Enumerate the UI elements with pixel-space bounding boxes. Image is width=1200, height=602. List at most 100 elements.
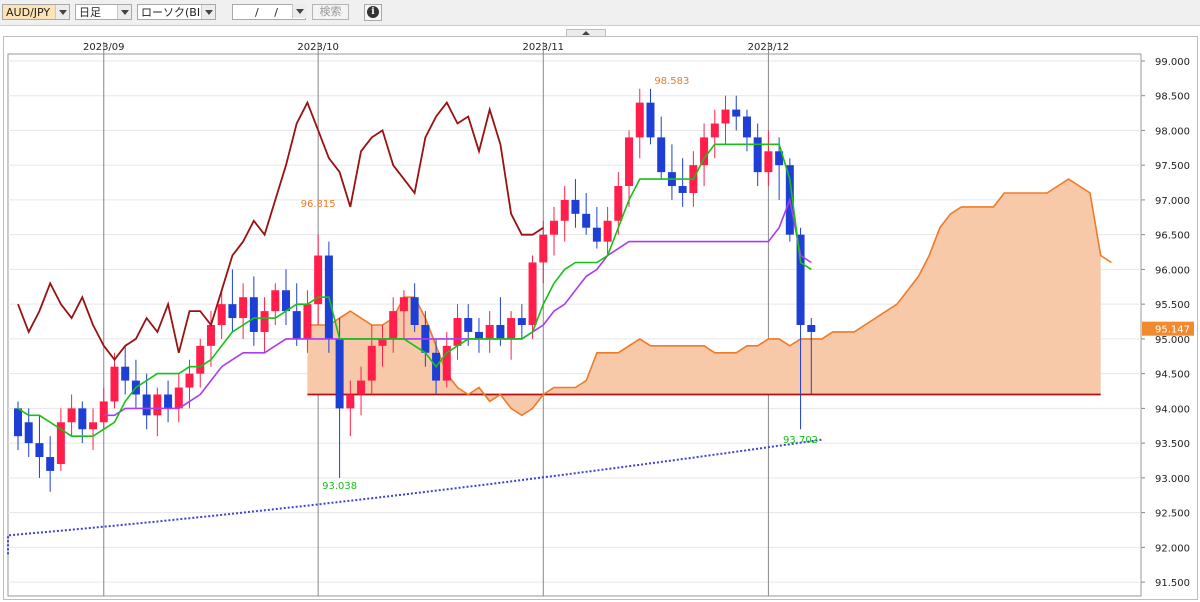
y-tick-label: 96.000 [1155,265,1190,276]
y-tick-label: 96.500 [1155,231,1190,242]
candle-body [46,457,55,471]
price-annotation: 93.702 [783,435,818,446]
candle-body [507,318,516,339]
period-select[interactable]: 日足 [75,4,132,20]
candle-body [357,380,366,395]
candle-body [217,304,226,325]
x-tick-label: 2023/09 [83,42,125,53]
x-tick-label: 2023/10 [297,42,339,53]
candle-body [485,325,494,339]
info-icon: i [367,6,379,18]
candle-body [99,401,108,423]
candle-body [282,290,290,312]
toolbar: AUD/JPY 日足 ローソク(BID) / / 検索 i [0,0,1200,26]
y-tick-label: 98.500 [1155,92,1190,103]
y-tick-label: 93.500 [1155,439,1190,450]
candle-body [496,325,505,339]
candle-body [410,297,419,325]
y-tick-label: 92.000 [1155,543,1190,554]
y-tick-label: 97.500 [1155,161,1190,172]
candle-body [700,137,709,166]
chart-panel: 99.000 98.500 98.000 97.500 97.000 96.500 96.0… [3,36,1198,600]
candle-body [110,366,119,402]
candle-body [603,220,612,242]
y-tick-label: 92.500 [1155,509,1190,520]
chevron-down-icon[interactable] [292,4,306,18]
candle-body [657,137,666,173]
candle-body [560,199,569,221]
candle-body [14,408,22,437]
candle-body [367,345,376,381]
candle-body [121,366,130,381]
chevron-down-icon[interactable] [117,5,131,19]
candle-body [185,373,194,388]
candle-body [335,338,344,409]
candle-body [796,234,805,325]
candle-body [174,387,183,409]
candle-body [753,137,762,173]
candle-body [35,443,44,458]
y-tick-label: 97.000 [1155,196,1190,207]
price-annotation: 98.583 [654,76,689,87]
candle-body [807,325,816,332]
date-input[interactable]: / / [232,4,306,20]
candle-body [571,199,580,214]
y-tick-label: 94.000 [1155,404,1190,415]
candle-body [228,304,237,319]
candle-body [292,311,301,339]
current-price-label: 95.147 [1155,325,1190,336]
candle-body [89,422,98,430]
candle-body [721,109,730,124]
info-button[interactable]: i [364,4,382,21]
candle-body [153,394,162,416]
candle-body [474,331,483,339]
candle-body [582,213,591,228]
symbol-value: AUD/JPY [6,6,51,19]
candle-body [271,290,280,312]
candle-body [764,151,773,173]
candle-body [550,220,558,235]
candle-body [742,116,751,138]
candle-body [67,408,76,423]
symbol-select[interactable]: AUD/JPY [2,4,70,20]
candle-body [389,311,398,339]
y-tick-label: 99.000 [1155,57,1190,68]
ichimoku-candlestick-chart: 99.000 98.500 98.000 97.500 97.000 96.500 96.0… [7,42,1194,597]
y-tick-label: 91.500 [1155,578,1190,589]
search-button[interactable]: 検索 [312,4,349,20]
chevron-down-icon[interactable] [55,5,69,19]
candle-body [732,109,741,117]
y-tick-label: 94.500 [1155,370,1190,381]
y-tick-label: 95.000 [1155,335,1190,346]
candle-body [78,408,87,430]
candle-body [614,186,623,221]
candle-body [646,102,655,138]
candle-body [464,318,473,332]
candle-body [592,227,601,242]
candle-body [206,325,215,346]
y-tick-label: 95.500 [1155,300,1190,311]
candle-body [528,262,537,325]
candle-body [625,137,634,187]
x-tick-label: 2023/12 [748,42,790,53]
price-annotation: 93.038 [322,481,357,492]
chevron-down-icon[interactable] [201,5,215,19]
candle-body [249,297,258,332]
candle-body [678,186,687,193]
y-tick-label: 93.000 [1155,474,1190,485]
candle-body [539,234,548,263]
candle-body [346,394,355,409]
period-value: 日足 [79,6,101,19]
candle-body [517,318,526,325]
candle-body [399,297,408,312]
y-tick-label: 98.000 [1155,126,1190,137]
candle-body [453,318,462,346]
price-annotation: 96.815 [301,199,336,210]
x-tick-label: 2023/11 [523,42,565,53]
candle-body [260,311,269,332]
chart-type-select[interactable]: ローソク(BID) [137,4,216,20]
candle-body [142,394,151,416]
candle-body [378,338,387,346]
candle-body [24,422,33,444]
candle-body [303,304,312,339]
